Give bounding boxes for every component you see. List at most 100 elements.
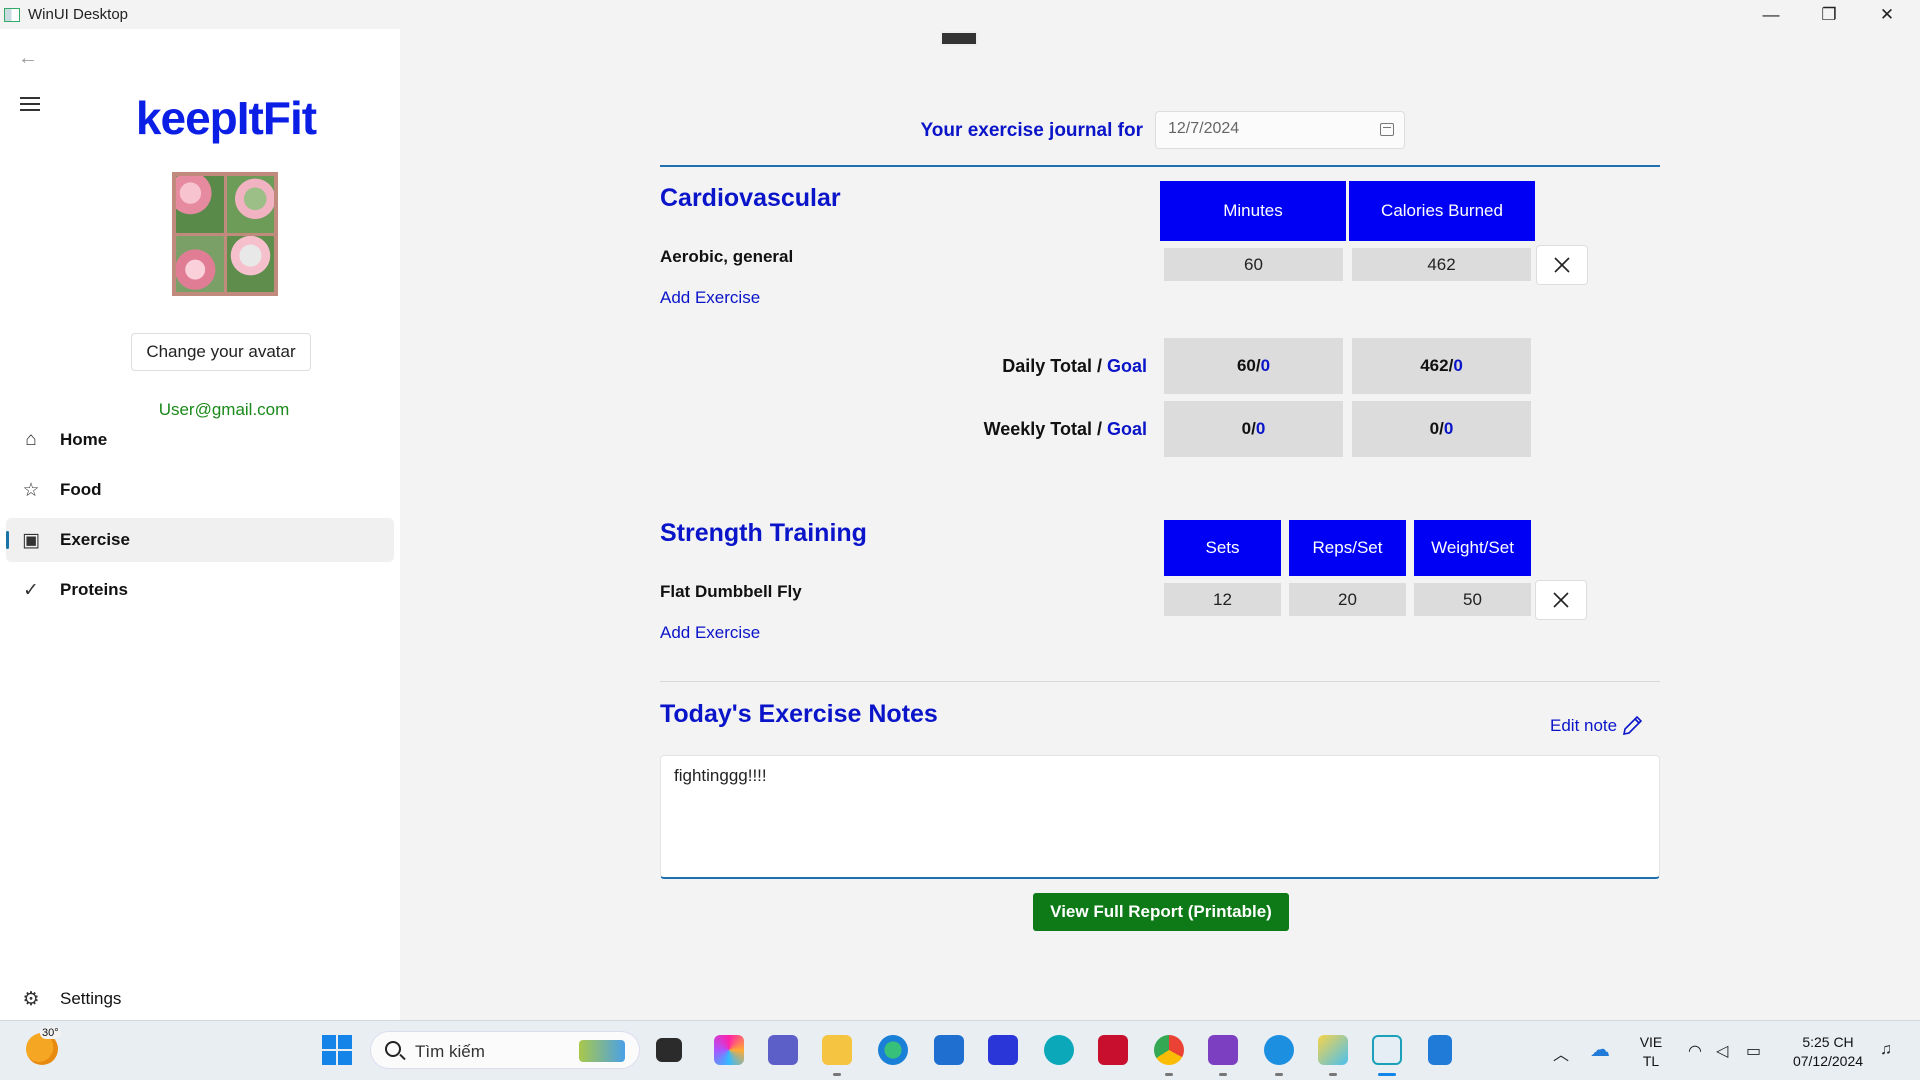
sets-value: 12 — [1164, 583, 1281, 616]
minutes-value: 60 — [1164, 248, 1343, 281]
store-icon[interactable] — [934, 1035, 964, 1065]
running-indicator — [1275, 1073, 1283, 1076]
notes-title: Today's Exercise Notes — [660, 700, 938, 728]
star-icon: ☆ — [22, 479, 40, 501]
notification-bell-icon[interactable]: ♫ — [1880, 1041, 1892, 1059]
cardio-title: Cardiovascular — [660, 184, 841, 212]
sidebar-item-label: Settings — [60, 989, 122, 1008]
gear-icon: ⚙ — [22, 988, 40, 1010]
add-strength-exercise-link[interactable]: Add Exercise — [660, 623, 760, 643]
search-icon — [385, 1041, 401, 1057]
editor-icon[interactable] — [988, 1035, 1018, 1065]
wifi-icon[interactable]: ◠ — [1688, 1041, 1702, 1061]
user-email: User@gmail.com — [158, 400, 290, 419]
sidebar-item-exercise[interactable]: ▣ Exercise — [6, 518, 394, 562]
search-placeholder: Tìm kiếm — [415, 1042, 485, 1061]
battery-icon[interactable]: ▭ — [1746, 1041, 1761, 1061]
calendar-icon[interactable] — [1380, 123, 1394, 136]
onedrive-icon[interactable]: ☁ — [1590, 1037, 1610, 1062]
file-explorer-icon[interactable] — [822, 1035, 852, 1065]
running-indicator — [1219, 1073, 1227, 1076]
edge-icon[interactable] — [878, 1035, 908, 1065]
delete-cardio-button[interactable] — [1536, 245, 1588, 285]
notepad-icon[interactable] — [1428, 1035, 1452, 1065]
running-indicator — [833, 1073, 841, 1076]
chrome-icon[interactable] — [1154, 1035, 1184, 1065]
chevron-up-icon[interactable]: ︿ — [1553, 1041, 1569, 1065]
drag-handle[interactable] — [940, 31, 978, 46]
teams-icon[interactable] — [768, 1035, 798, 1065]
delete-strength-button[interactable] — [1535, 580, 1587, 620]
clock[interactable]: 5:25 CH 07/12/2024 — [1782, 1033, 1874, 1071]
active-indicator — [1378, 1073, 1396, 1076]
daily-total-label: Daily Total / Goal — [1002, 356, 1147, 376]
cortana-icon[interactable] — [1044, 1035, 1074, 1065]
view-report-button[interactable]: View Full Report (Printable) — [1033, 893, 1289, 931]
weekly-minutes-total: 0/0 — [1164, 401, 1343, 457]
date-picker[interactable]: 12/7/2024 — [1155, 111, 1405, 149]
home-icon: ⌂ — [25, 429, 37, 450]
sidebar-item-home[interactable]: ⌂ Home — [6, 418, 394, 462]
sidebar-item-label: Food — [60, 480, 102, 499]
reps-value: 20 — [1289, 583, 1406, 616]
sets-header: Sets — [1164, 520, 1281, 576]
title-bar: WinUI Desktop — ❐ ✕ — [0, 0, 1920, 29]
app-icon — [4, 8, 20, 22]
change-avatar-button[interactable]: Change your avatar — [131, 333, 311, 371]
mcafee-icon[interactable] — [1098, 1035, 1128, 1065]
task-view-icon[interactable] — [656, 1038, 682, 1062]
sidebar: ← keepItFit Change your avatar User@gmai… — [0, 29, 400, 1020]
paint-icon[interactable] — [1318, 1035, 1348, 1065]
close-button[interactable]: ✕ — [1858, 0, 1916, 29]
taskbar: 30° Tìm kiếm ︿ ☁ VIE TL ◠ ◁ ▭ 5:25 CH 07… — [0, 1020, 1920, 1080]
edit-note-button[interactable]: Edit note — [1550, 713, 1645, 739]
minutes-header: Minutes — [1160, 181, 1346, 241]
winui-app-icon[interactable] — [1372, 1035, 1402, 1065]
running-indicator — [1165, 1073, 1173, 1076]
sidebar-item-label: Exercise — [60, 530, 130, 549]
reps-header: Reps/Set — [1289, 520, 1406, 576]
divider — [660, 681, 1660, 682]
copilot-icon[interactable] — [714, 1035, 744, 1065]
date-value: 12/7/2024 — [1168, 120, 1240, 137]
strength-exercise-name: Flat Dumbbell Fly — [660, 582, 802, 601]
exercise-icon: ▣ — [22, 529, 40, 551]
daily-calories-total: 462/0 — [1352, 338, 1531, 394]
sidebar-item-food[interactable]: ☆ Food — [6, 468, 394, 512]
start-button[interactable] — [322, 1035, 352, 1065]
weather-temp: 30° — [40, 1027, 61, 1039]
search-highlight-icon — [579, 1040, 625, 1062]
divider — [660, 165, 1660, 167]
notes-textarea[interactable]: fightinggg!!!! — [660, 755, 1660, 879]
selection-indicator — [6, 531, 9, 549]
weekly-total-label: Weekly Total / Goal — [983, 419, 1147, 439]
close-icon — [1553, 592, 1569, 608]
docker-icon[interactable] — [1264, 1035, 1294, 1065]
window-title: WinUI Desktop — [28, 6, 129, 23]
daily-minutes-total: 60/0 — [1164, 338, 1343, 394]
goal-link[interactable]: Goal — [1107, 356, 1147, 376]
edit-note-label: Edit note — [1550, 716, 1618, 735]
calories-value: 462 — [1352, 248, 1531, 281]
sidebar-item-settings[interactable]: ⚙ Settings — [6, 979, 394, 1019]
strength-title: Strength Training — [660, 519, 867, 547]
avatar — [172, 172, 278, 296]
cardio-exercise-name: Aerobic, general — [660, 247, 794, 266]
sidebar-item-proteins[interactable]: ✓ Proteins — [6, 568, 394, 612]
journal-label: Your exercise journal for — [920, 120, 1143, 141]
goal-link[interactable]: Goal — [1107, 419, 1147, 439]
volume-icon[interactable]: ◁ — [1716, 1041, 1728, 1061]
checkmark-icon: ✓ — [23, 579, 39, 601]
sidebar-item-label: Home — [60, 430, 108, 449]
language-indicator[interactable]: VIE TL — [1636, 1033, 1666, 1071]
running-indicator — [1329, 1073, 1337, 1076]
visual-studio-icon[interactable] — [1208, 1035, 1238, 1065]
weight-header: Weight/Set — [1414, 520, 1531, 576]
main-content: Your exercise journal for 12/7/2024 Card… — [400, 29, 1920, 1020]
maximize-button[interactable]: ❐ — [1800, 0, 1858, 29]
minimize-button[interactable]: — — [1742, 0, 1800, 29]
back-arrow-icon[interactable]: ← — [18, 47, 42, 71]
add-cardio-exercise-link[interactable]: Add Exercise — [660, 288, 760, 308]
pencil-icon — [1623, 715, 1643, 736]
taskbar-search[interactable]: Tìm kiếm — [370, 1031, 640, 1069]
